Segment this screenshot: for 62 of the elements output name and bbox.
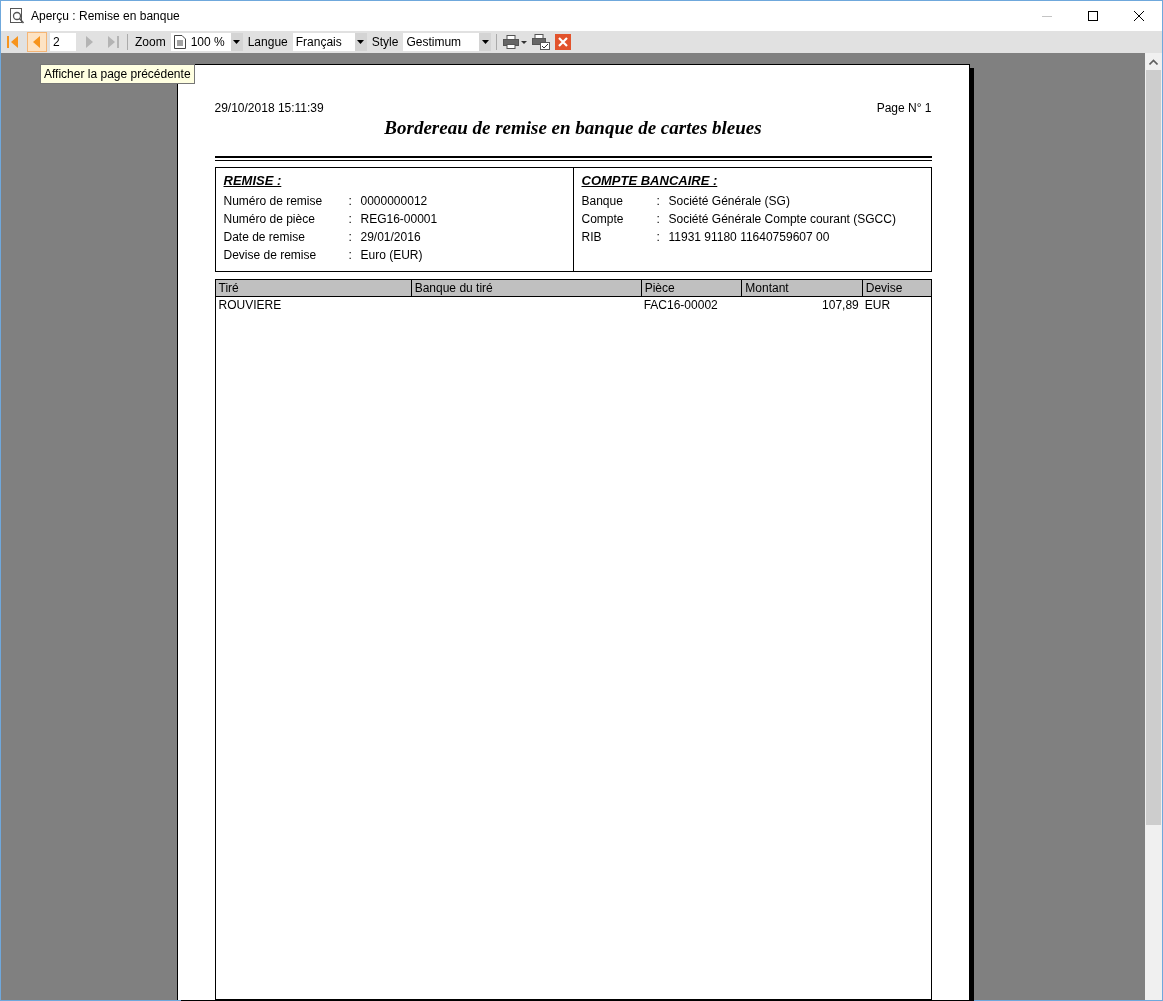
page-number: Page N° 1 (876, 101, 932, 115)
field-label: Numéro de remise (223, 193, 324, 210)
previous-page-button[interactable] (27, 32, 47, 52)
column-header: Banque du tiré (410, 280, 641, 296)
field-separator: : (656, 229, 661, 246)
field-separator: : (348, 211, 353, 228)
field-value: Euro (EUR) (360, 247, 423, 264)
style-label: Style (370, 35, 400, 49)
tooltip: Afficher la page précédente (40, 64, 195, 84)
table-cell-text: ROUVIERE (217, 297, 283, 314)
field-value: 29/01/2016 (360, 229, 421, 246)
dropdown-arrow-icon (357, 40, 365, 44)
field-label: RIB (581, 229, 603, 246)
field-label: Banque (581, 193, 624, 210)
print-settings-button[interactable] (531, 32, 552, 52)
zoom-dropdown[interactable]: 100 % (170, 33, 243, 51)
page-icon (173, 35, 186, 49)
language-label: Langue (246, 35, 289, 49)
zoom-label: Zoom (134, 35, 167, 49)
table-cell-text: 107,89 (821, 297, 860, 314)
language-dropdown[interactable]: Français (292, 33, 367, 51)
field-separator: : (348, 247, 353, 264)
section-heading: COMPTE BANCAIRE : (581, 173, 719, 188)
field-value: Société Générale (SG) (668, 193, 790, 210)
scroll-up-icon[interactable] (1149, 58, 1158, 65)
field-separator: : (348, 229, 353, 246)
field-value: 0000000012 (360, 193, 428, 210)
vertical-scrollbar[interactable] (1145, 53, 1162, 1000)
dropdown-arrow-icon (481, 40, 489, 44)
field-value: Société Générale Compte courant (SGCC) (668, 211, 896, 228)
table-cell-text: FAC16-00002 (642, 297, 719, 314)
dropdown-arrow-icon (233, 40, 241, 44)
field-separator: : (656, 193, 661, 210)
minimize-icon (1042, 15, 1052, 17)
maximize-icon (1088, 11, 1098, 21)
field-label: Compte (581, 211, 625, 228)
print-button[interactable] (502, 32, 529, 52)
printer-icon (503, 35, 520, 49)
field-value: REG16-00001 (360, 211, 438, 228)
table-cell-text: EUR (863, 297, 892, 314)
report-title: Bordereau de remise en banque de cartes bleues (383, 117, 763, 139)
section-heading: REMISE : (223, 173, 283, 188)
style-dropdown[interactable]: Gestimum (403, 33, 492, 51)
magnifier-page-icon (9, 8, 25, 24)
field-label: Date de remise (223, 229, 306, 246)
window-title: Aperçu : Remise en banque (31, 9, 181, 23)
printer-checkmark-icon (532, 34, 551, 50)
field-label: Numéro de pièce (223, 211, 316, 228)
field-value: 11931 91180 11640759607 00 (668, 229, 830, 246)
field-separator: : (656, 211, 661, 228)
column-header: Pièce (640, 280, 742, 296)
page-number-field[interactable]: 2 (50, 33, 76, 51)
close-icon (1134, 11, 1144, 21)
column-header: Montant (741, 280, 862, 296)
field-separator: : (348, 193, 353, 210)
close-preview-button[interactable] (554, 32, 573, 52)
print-date: 29/10/2018 15:11:39 (214, 101, 324, 115)
dropdown-arrow-icon (521, 40, 528, 44)
field-label: Devise de remise (223, 247, 318, 264)
column-header: Tiré (217, 280, 240, 296)
column-header: Devise (861, 280, 931, 296)
close-icon (555, 34, 572, 50)
